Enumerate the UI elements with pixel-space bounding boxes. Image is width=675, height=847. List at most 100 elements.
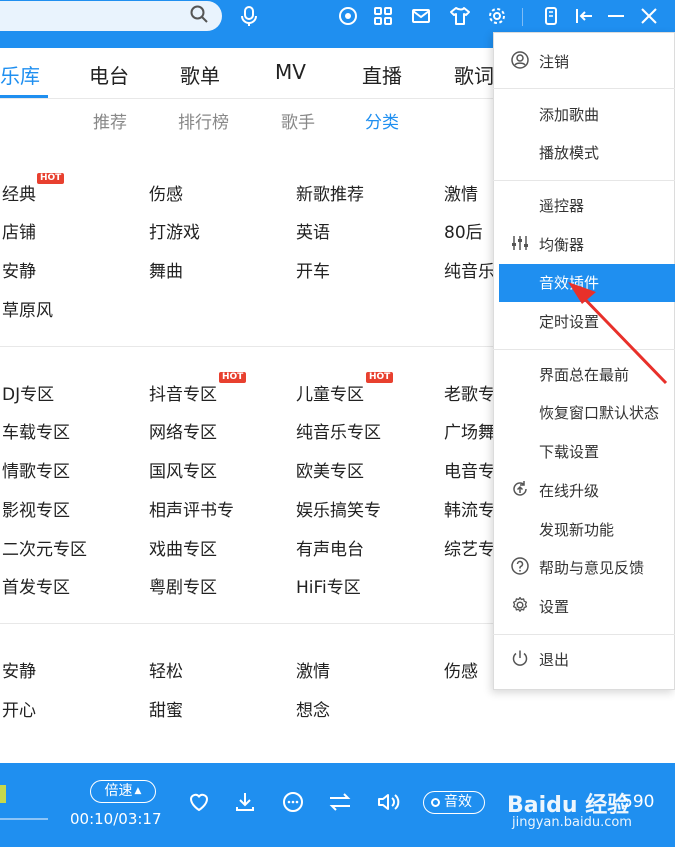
category-item[interactable]: 国风专区: [149, 457, 217, 482]
category-item[interactable]: 甜蜜: [149, 696, 183, 721]
category-item[interactable]: 安静: [2, 657, 36, 682]
play-circle-icon[interactable]: [337, 5, 359, 27]
hot-badge: HOT: [366, 372, 394, 383]
category-item[interactable]: 经典: [2, 180, 36, 205]
volume-icon[interactable]: [375, 790, 401, 816]
category-item[interactable]: 舞曲: [149, 257, 183, 282]
menu-item-equalizer[interactable]: 均衡器: [539, 234, 584, 255]
category-item[interactable]: 老歌专: [444, 380, 495, 405]
tab-music-library[interactable]: 乐库: [0, 60, 40, 89]
subtab-charts[interactable]: 排行榜: [178, 108, 229, 133]
category-item[interactable]: 情歌专区: [2, 457, 70, 482]
category-item[interactable]: 广场舞: [444, 418, 495, 443]
mail-icon[interactable]: [410, 5, 432, 27]
playlist-count[interactable]: 590: [622, 792, 654, 812]
menu-item-add-song[interactable]: 添加歌曲: [539, 104, 599, 125]
category-item[interactable]: 韩流专: [444, 496, 495, 521]
category-item[interactable]: 戏曲专区: [149, 535, 217, 560]
speed-label: 倍速: [104, 783, 133, 799]
category-item[interactable]: 二次元专区: [2, 535, 87, 560]
menu-item-online-upgrade[interactable]: 在线升级: [539, 480, 599, 501]
grid-icon[interactable]: [372, 5, 394, 27]
category-item[interactable]: 综艺专: [444, 535, 495, 560]
menu-item-exit[interactable]: 退出: [539, 649, 569, 670]
menu-item-logout[interactable]: 注销: [539, 51, 569, 72]
voice-icon[interactable]: [238, 5, 260, 27]
category-item[interactable]: 纯音乐专区: [296, 418, 381, 443]
title-divider: [522, 8, 523, 26]
minimize-icon[interactable]: [605, 5, 627, 27]
watermark-url: jingyan.baidu.com: [512, 815, 632, 830]
tab-lyrics[interactable]: 歌词: [454, 60, 494, 89]
category-item[interactable]: HiFi专区: [296, 573, 361, 598]
tabs-divider: [0, 98, 493, 99]
category-item[interactable]: 英语: [296, 218, 330, 243]
category-item[interactable]: 打游戏: [149, 218, 200, 243]
play-order-icon[interactable]: [327, 790, 353, 816]
category-item[interactable]: 网络专区: [149, 418, 217, 443]
more-icon[interactable]: [280, 790, 306, 816]
subtab-recommend[interactable]: 推荐: [93, 108, 127, 133]
caret-up-icon: ▲: [134, 786, 142, 796]
category-item[interactable]: 想念: [296, 696, 330, 721]
phone-icon[interactable]: [540, 5, 562, 27]
section-divider: [0, 346, 493, 347]
category-item[interactable]: DJ专区: [2, 380, 54, 405]
subtab-categories[interactable]: 分类: [365, 108, 399, 133]
category-item[interactable]: 首发专区: [2, 573, 70, 598]
close-icon[interactable]: [638, 5, 660, 27]
menu-divider: [493, 634, 675, 635]
album-thumbnail[interactable]: [0, 785, 6, 803]
category-item[interactable]: 相声评书专: [149, 496, 234, 521]
menu-item-new-features[interactable]: 发现新功能: [539, 519, 614, 540]
equalizer-icon: [510, 233, 530, 253]
category-item[interactable]: 车载专区: [2, 418, 70, 443]
menu-item-download-settings[interactable]: 下载设置: [539, 441, 599, 462]
speed-button[interactable]: 倍速 ▲: [90, 780, 156, 803]
menu-item-play-mode[interactable]: 播放模式: [539, 142, 599, 163]
category-item[interactable]: 新歌推荐: [296, 180, 364, 205]
category-item[interactable]: 开心: [2, 696, 36, 721]
hot-badge: HOT: [37, 173, 65, 184]
category-item[interactable]: 激情: [444, 180, 478, 205]
category-item[interactable]: 80后: [444, 218, 483, 243]
menu-item-help-feedback[interactable]: 帮助与意见反馈: [539, 557, 644, 578]
category-item[interactable]: 电音专: [444, 457, 495, 482]
heart-icon[interactable]: [186, 790, 212, 816]
category-item[interactable]: 纯音乐: [444, 257, 495, 282]
category-item[interactable]: 娱乐搞笑专: [296, 496, 381, 521]
category-item[interactable]: 店铺: [2, 218, 36, 243]
category-item[interactable]: 轻松: [149, 657, 183, 682]
category-item[interactable]: 开车: [296, 257, 330, 282]
user-icon: [510, 50, 530, 70]
skin-icon[interactable]: [449, 5, 471, 27]
tab-playlists[interactable]: 歌单: [180, 60, 220, 89]
tab-radio[interactable]: 电台: [89, 60, 129, 89]
category-item[interactable]: 安静: [2, 257, 36, 282]
category-item[interactable]: 抖音专区: [149, 380, 217, 405]
category-item[interactable]: 影视专区: [2, 496, 70, 521]
download-icon[interactable]: [232, 790, 258, 816]
menu-item-restore-window[interactable]: 恢复窗口默认状态: [539, 402, 659, 423]
category-item[interactable]: 有声电台: [296, 535, 364, 560]
progress-bar[interactable]: [0, 818, 48, 820]
mini-mode-icon[interactable]: [573, 5, 595, 27]
category-item[interactable]: 伤感: [149, 180, 183, 205]
category-item[interactable]: 儿童专区: [296, 380, 364, 405]
upgrade-icon: [510, 479, 530, 499]
effect-label: 音效: [444, 794, 472, 810]
category-item[interactable]: 激情: [296, 657, 330, 682]
category-item[interactable]: 伤感: [444, 657, 478, 682]
tab-live[interactable]: 直播: [362, 60, 402, 89]
help-icon: [510, 556, 530, 576]
category-item[interactable]: 欧美专区: [296, 457, 364, 482]
subtab-singers[interactable]: 歌手: [281, 108, 315, 133]
search-icon[interactable]: [188, 4, 210, 26]
menu-item-remote[interactable]: 遥控器: [539, 195, 584, 216]
menu-divider: [493, 88, 675, 89]
gear-icon[interactable]: [486, 5, 508, 27]
tab-mv[interactable]: MV: [275, 60, 306, 84]
category-item[interactable]: 草原风: [2, 296, 53, 321]
menu-item-settings[interactable]: 设置: [539, 596, 569, 617]
category-item[interactable]: 粤剧专区: [149, 573, 217, 598]
